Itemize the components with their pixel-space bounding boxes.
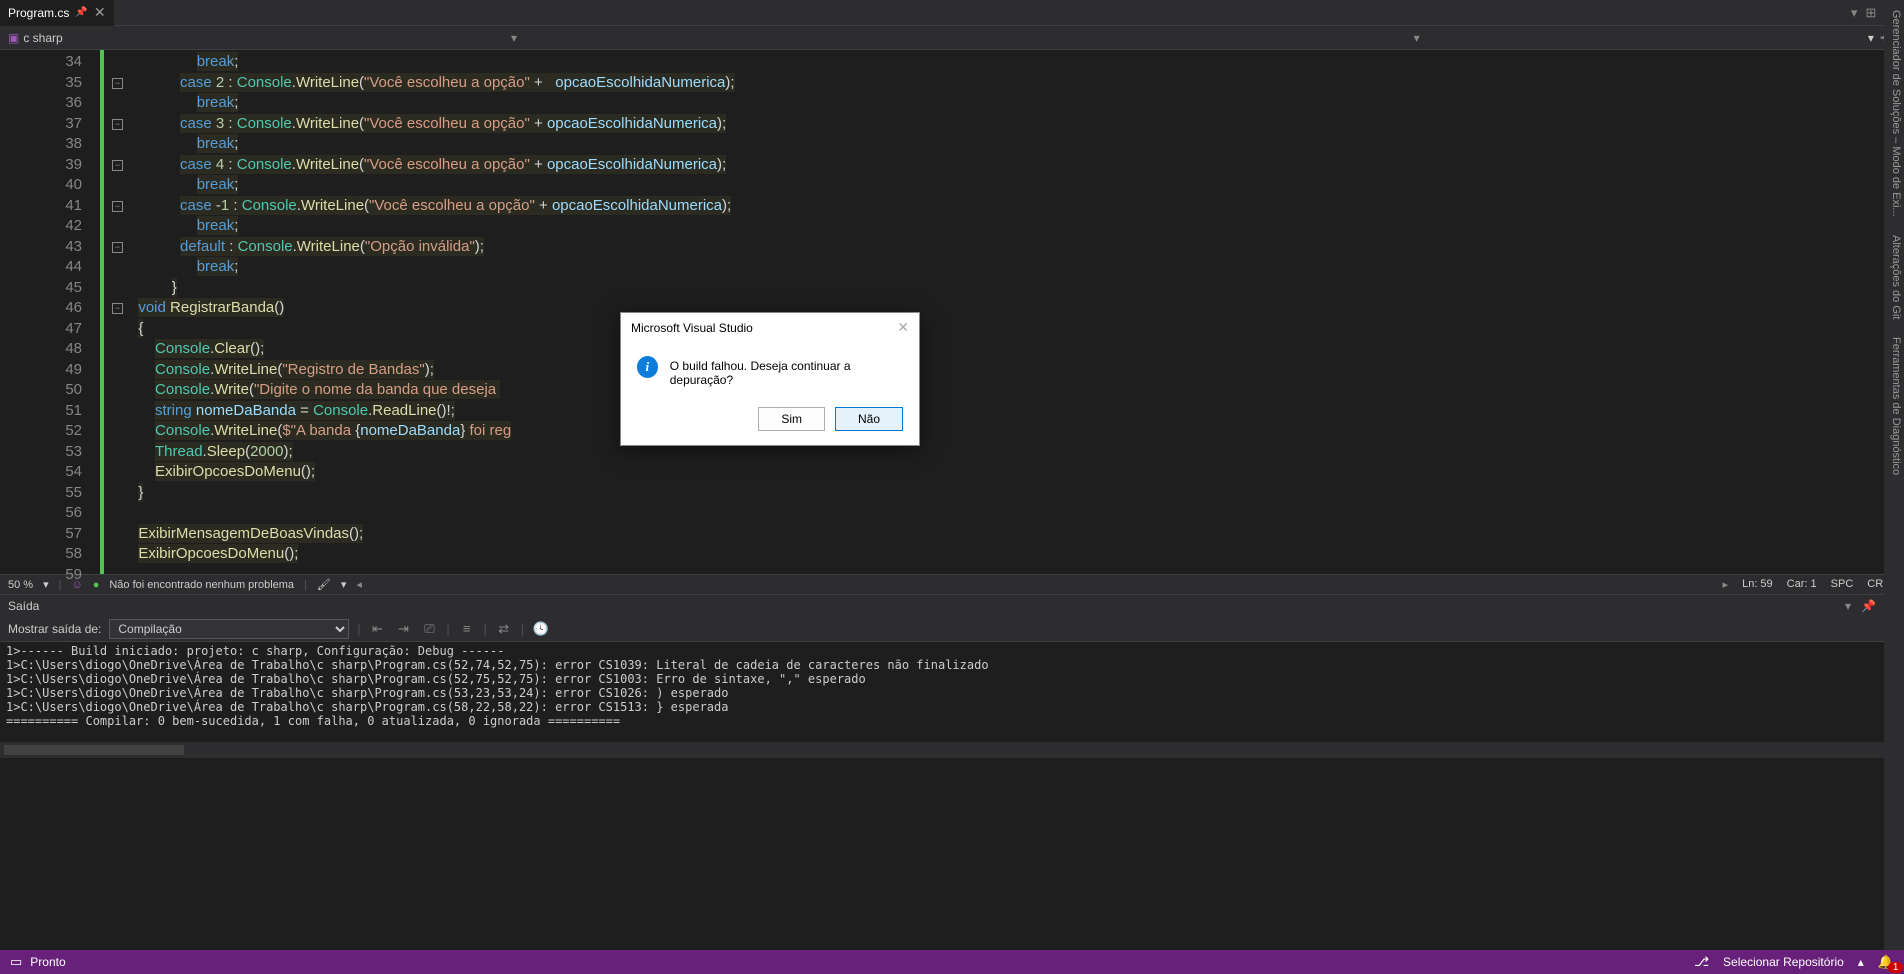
indent-mode[interactable]: SPC	[1831, 578, 1854, 591]
output-horizontal-scrollbar[interactable]	[0, 742, 1904, 758]
clear-output-icon[interactable]: ⎚	[421, 621, 439, 637]
brush-icon[interactable]: 🖌	[317, 578, 331, 591]
panel-pin-icon[interactable]: 📌	[1861, 599, 1876, 613]
repo-dropdown-icon[interactable]: ▴	[1858, 955, 1864, 969]
prev-message-icon[interactable]: ⇤	[369, 621, 387, 637]
breadcrumb-project[interactable]: c sharp	[23, 31, 62, 45]
cursor-col: Car: 1	[1787, 578, 1817, 591]
fold-toggle-icon[interactable]: −	[112, 201, 123, 212]
output-toolbar: Mostrar saída de: Compilação | ⇤ ⇥ ⎚ | ≡…	[0, 616, 1904, 642]
word-wrap-icon[interactable]: ≡	[458, 621, 476, 636]
editor-status-strip: 50 % ▾ | ☺ ● Não foi encontrado nenhum p…	[0, 574, 1904, 594]
hscroll-left-icon[interactable]: ◂	[356, 578, 362, 591]
repo-selector[interactable]: Selecionar Repositório	[1723, 955, 1844, 969]
window-split-icon[interactable]: ⊞	[1865, 5, 1876, 21]
fold-toggle-icon[interactable]: −	[112, 242, 123, 253]
tab-filename: Program.cs	[8, 6, 69, 20]
breadcrumb-member-dropdown[interactable]: ▾	[1414, 31, 1420, 45]
fold-toggle-icon[interactable]: −	[112, 119, 123, 130]
fold-toggle-icon[interactable]: −	[112, 78, 123, 89]
code-content[interactable]: break; case 2 : Console.WriteLine("Você …	[100, 50, 1904, 574]
document-tab-bar: Program.cs 📌 ✕ ▾ ⊞ ⚙	[0, 0, 1904, 26]
dialog-no-button[interactable]: Não	[835, 407, 903, 431]
modification-indicator	[100, 50, 104, 574]
breadcrumb-scope-dropdown[interactable]: ▾	[511, 31, 517, 45]
dialog-title: Microsoft Visual Studio	[631, 321, 753, 335]
status-box-icon[interactable]: ▭	[10, 954, 22, 970]
panel-dropdown-icon[interactable]: ▾	[1845, 599, 1851, 613]
problems-status[interactable]: Não foi encontrado nenhum problema	[109, 579, 294, 591]
tab-dropdown-icon[interactable]: ▾	[1851, 5, 1858, 21]
info-icon: i	[637, 356, 658, 378]
output-panel-title: Saída	[8, 599, 39, 613]
build-failed-dialog: Microsoft Visual Studio ✕ i O build falh…	[620, 312, 920, 446]
collapsed-tool-windows: Gerenciador de Soluções – Modo de Exi...…	[1884, 0, 1904, 974]
dialog-message: O build falhou. Deseja continuar a depur…	[670, 356, 903, 387]
dialog-close-icon[interactable]: ✕	[897, 319, 909, 336]
code-editor[interactable]: 3435363738394041424344454647484950515253…	[0, 50, 1904, 574]
scrollbar-thumb[interactable]	[4, 745, 184, 755]
cursor-line: Ln: 59	[1742, 578, 1773, 591]
tool-window-tab[interactable]: Ferramentas de Diagnóstico	[1886, 333, 1902, 479]
fold-toggle-icon[interactable]: −	[112, 160, 123, 171]
navigation-breadcrumb: ▣ c sharp ▾ ▾ ▾ ✚	[0, 26, 1904, 50]
health-check-icon: ●	[93, 579, 100, 591]
toggle-icon[interactable]: ⇄	[495, 621, 513, 637]
hscroll-right-icon[interactable]: ▸	[1723, 578, 1729, 591]
output-panel-header: Saída ▾ 📌 ✕	[0, 594, 1904, 616]
timestamp-icon[interactable]: 🕓	[532, 621, 550, 637]
status-ready: Pronto	[30, 955, 65, 969]
fold-toggle-icon[interactable]: −	[112, 303, 123, 314]
notifications-button[interactable]: 🔔 1	[1878, 954, 1894, 970]
error-badge: 1	[1888, 962, 1904, 973]
source-control-icon[interactable]: ⎇	[1694, 954, 1709, 970]
output-source-select[interactable]: Compilação	[109, 619, 349, 639]
brush-dropdown-icon[interactable]: ▾	[341, 578, 347, 591]
csharp-icon: ▣	[8, 31, 19, 45]
ide-status-bar: ▭ Pronto ⎇ Selecionar Repositório ▴ 🔔 1	[0, 950, 1904, 974]
next-message-icon[interactable]: ⇥	[395, 621, 413, 637]
tool-window-tab[interactable]: Alterações do Git	[1886, 231, 1902, 323]
file-tab-program[interactable]: Program.cs 📌 ✕	[0, 0, 114, 26]
dialog-yes-button[interactable]: Sim	[758, 407, 825, 431]
output-text[interactable]: 1>------ Build iniciado: projeto: c shar…	[0, 642, 1904, 742]
pin-icon[interactable]: 📌	[75, 7, 87, 18]
tool-window-tab[interactable]: Gerenciador de Soluções – Modo de Exi...	[1886, 6, 1902, 221]
output-source-label: Mostrar saída de:	[8, 622, 101, 636]
close-icon[interactable]: ✕	[94, 4, 106, 21]
line-number-gutter: 3435363738394041424344454647484950515253…	[0, 50, 100, 574]
